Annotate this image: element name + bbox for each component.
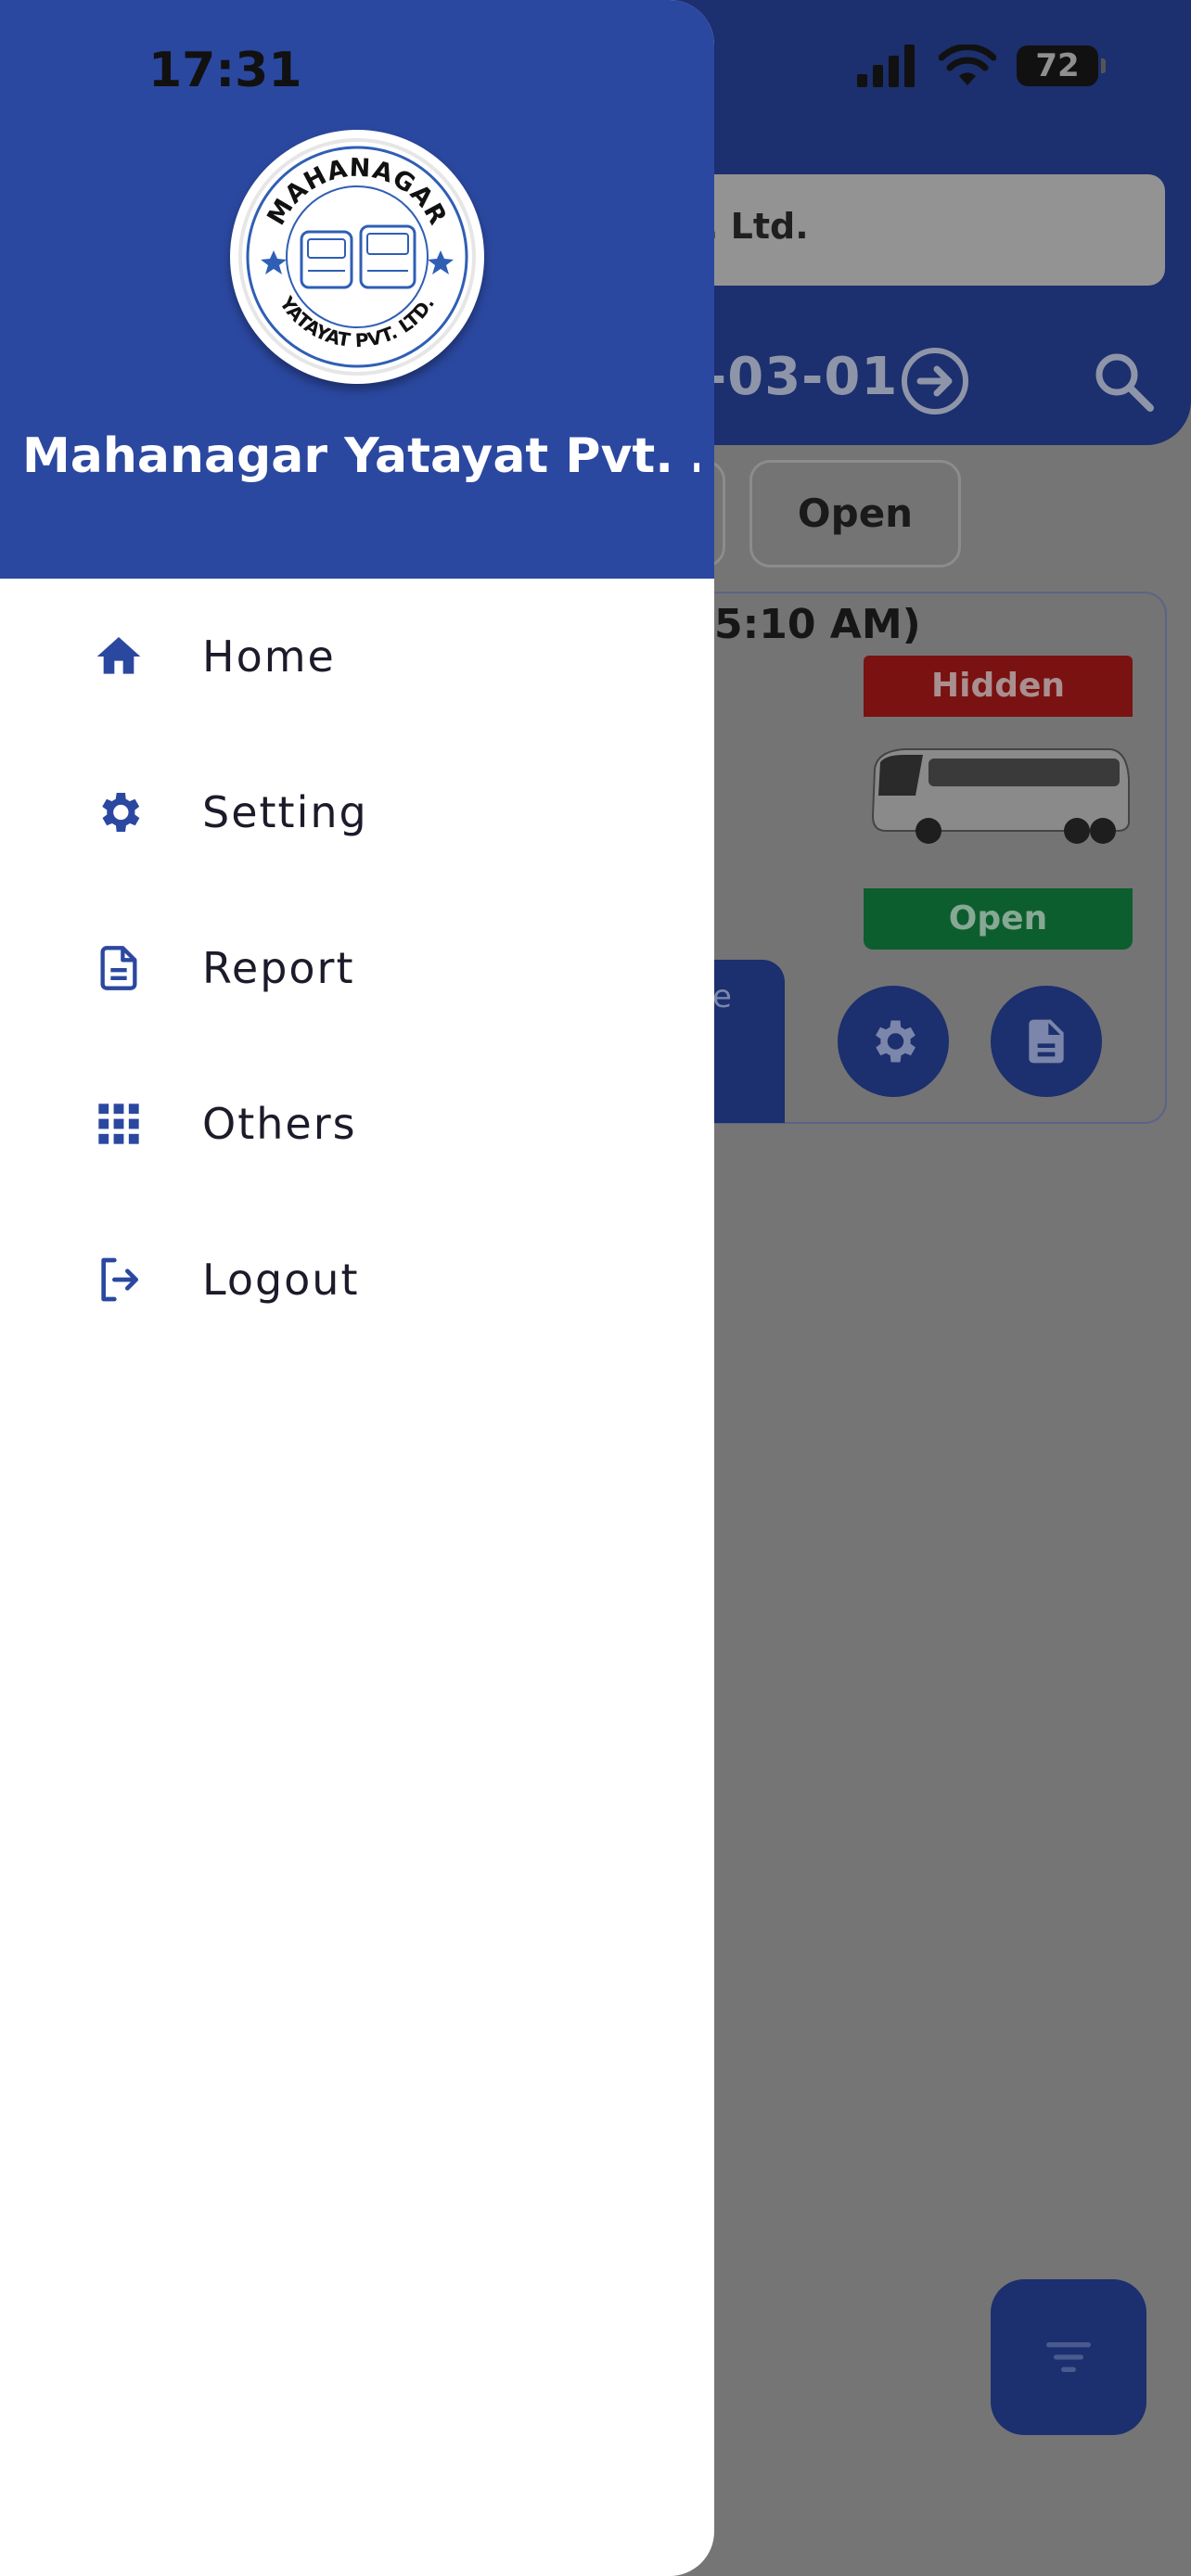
filter-fab[interactable] (991, 2279, 1146, 2435)
search-icon[interactable] (1091, 349, 1156, 414)
gear-icon (91, 784, 147, 840)
menu-item-label: Setting (202, 787, 368, 837)
logout-icon (91, 1252, 147, 1307)
menu-item-others[interactable]: Others (0, 1064, 714, 1184)
menu-item-home[interactable]: Home (0, 596, 714, 717)
wifi-icon (939, 45, 996, 85)
filter-chip-open[interactable]: Open (749, 460, 961, 567)
status-time: 17:31 (148, 43, 302, 98)
menu-item-label: Report (202, 943, 355, 993)
status-icons: 72 (855, 45, 1106, 87)
company-search-text: . Ltd. (705, 206, 809, 247)
battery-icon: 72 (1017, 45, 1106, 86)
bus-card-time: 5:10 AM) (714, 601, 921, 648)
card-settings-button[interactable] (838, 986, 949, 1097)
menu-item-label: Others (202, 1099, 357, 1149)
menu-item-label: Home (202, 631, 336, 682)
open-status-badge: Open (864, 888, 1133, 950)
menu-item-report[interactable]: Report (0, 908, 714, 1028)
filter-chip-open-label: Open (797, 491, 914, 536)
menu-item-label: Logout (202, 1255, 360, 1305)
date-display[interactable]: -03-01 (705, 347, 898, 407)
hidden-status-badge: Hidden (864, 656, 1133, 717)
company-logo-image: MAHANAGAR YATAYAT PVT. LTD. (238, 138, 476, 376)
document-icon (1029, 1019, 1064, 1064)
menu-item-setting[interactable]: Setting (0, 752, 714, 873)
navigation-drawer: MAHANAGAR YATAYAT PVT. LTD. Mahanagar Ya… (0, 0, 714, 2576)
grid-icon (91, 1096, 147, 1152)
menu-item-logout[interactable]: Logout (0, 1219, 714, 1340)
cellular-signal-icon (857, 45, 915, 87)
card-side-tab-text: e (712, 978, 732, 1015)
company-logo: MAHANAGAR YATAYAT PVT. LTD. (230, 130, 484, 384)
filter-icon (1046, 2342, 1091, 2372)
document-icon (91, 940, 147, 996)
gear-icon (876, 1020, 916, 1063)
home-icon (91, 629, 147, 684)
company-name: Mahanagar Yatayat Pvt. … (22, 428, 699, 484)
next-date-icon[interactable] (900, 346, 970, 416)
bus-image (871, 748, 1130, 844)
card-report-button[interactable] (991, 986, 1102, 1097)
